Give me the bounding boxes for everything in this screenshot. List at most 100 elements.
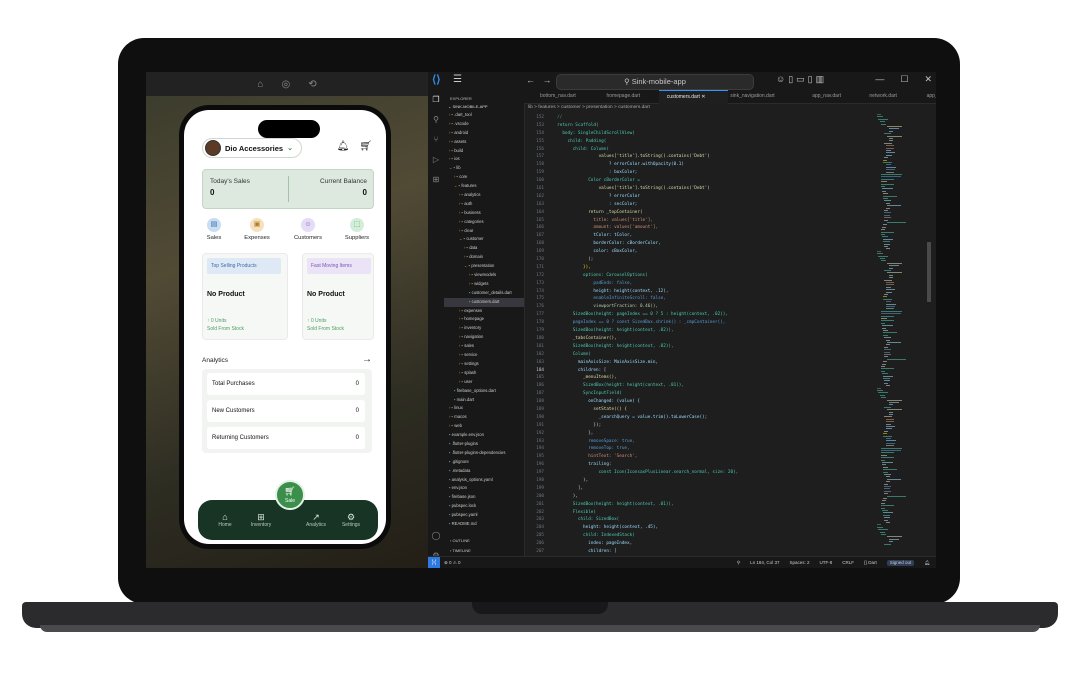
tree-item[interactable]: ▪ customers.dart: [444, 297, 524, 307]
tree-item[interactable]: ▪ env.json: [444, 484, 524, 493]
tree-item[interactable]: › ▪ clear: [444, 227, 524, 236]
remote-icon[interactable]: ⟩⟨: [428, 557, 440, 568]
arrow-right-icon[interactable]: →: [362, 354, 372, 365]
home-icon[interactable]: ⌂: [257, 79, 263, 90]
nav-settings[interactable]: ⚙ Settings: [336, 512, 366, 528]
extensions-icon[interactable]: ⊞: [428, 170, 444, 190]
notifications-icon[interactable]: 🔔︎: [924, 560, 930, 566]
tree-item[interactable]: › ▪ macos: [444, 413, 524, 422]
nav-inventory[interactable]: ⊞ Inventory: [246, 512, 276, 528]
tree-item[interactable]: ▪ .flutter-plugins-dependencies: [444, 449, 524, 458]
tree-item[interactable]: › ▪ expenses: [444, 307, 524, 316]
toggle-panel-icon[interactable]: ▭: [796, 74, 808, 84]
tree-item[interactable]: › ▪ assets: [444, 138, 524, 147]
hamburger-menu-icon[interactable]: ☰: [453, 74, 462, 85]
editor-tab[interactable]: bottom_nav.dart: [532, 90, 605, 103]
tree-item[interactable]: › ▪ categories: [444, 218, 524, 227]
tree-item[interactable]: ▪ pubspec.lock: [444, 502, 524, 511]
editor-tab[interactable]: app_nav_model.dart: [919, 90, 936, 103]
tree-item[interactable]: › ▪ user: [444, 378, 524, 387]
tree-item[interactable]: › ▪ homepage: [444, 315, 524, 324]
explorer-icon[interactable]: ❐: [428, 90, 444, 110]
editor-tab[interactable]: network.dart: [861, 90, 924, 103]
outline-section[interactable]: › OUTLINE: [450, 538, 470, 543]
tree-item[interactable]: › ▪ navigation: [444, 333, 524, 342]
indentation[interactable]: Spaces: 2: [789, 560, 809, 566]
tree-item[interactable]: ▪ example.env.json: [444, 431, 524, 440]
analytics-row-returning-customers[interactable]: Returning Customers 0: [207, 427, 365, 449]
project-heading[interactable]: ⌄ SINK-MOBILE-APP: [444, 104, 524, 111]
timeline-section[interactable]: › TIMELINE: [450, 548, 471, 553]
tree-item[interactable]: ▪ analysis_options.yaml: [444, 476, 524, 485]
minimap[interactable]: [876, 114, 922, 560]
tree-item[interactable]: › ▪ widgets: [444, 280, 524, 289]
tree-item[interactable]: ▪ main.dart: [444, 396, 524, 405]
quick-action-customers[interactable]: ☺ Customers: [290, 218, 326, 241]
toggle-sidebar-icon[interactable]: ▯: [788, 74, 796, 84]
problems-indicator[interactable]: ⊗ 0 ⚠ 0: [444, 560, 461, 566]
tree-item[interactable]: › ▪ data: [444, 244, 524, 253]
tree-item[interactable]: › ▪ viewmodels: [444, 271, 524, 280]
editor-scrollbar[interactable]: [927, 242, 931, 302]
close-tab-icon[interactable]: ✕: [700, 94, 705, 100]
bell-icon[interactable]: 🔔︎: [337, 141, 350, 152]
copilot-icon[interactable]: ☺: [776, 74, 788, 84]
editor-tab[interactable]: app_nav.dart: [804, 90, 867, 103]
customize-layout-icon[interactable]: ▥: [816, 74, 828, 84]
cart-icon[interactable]: 🛒︎: [359, 141, 372, 152]
analytics-row-total-purchases[interactable]: Total Purchases 0: [207, 373, 365, 395]
line-ending[interactable]: CRLF: [842, 560, 854, 566]
tree-item[interactable]: › ▪ ios: [444, 155, 524, 164]
tree-item[interactable]: › ▪ analytics: [444, 191, 524, 200]
tree-item[interactable]: ▪ pubspec.yaml: [444, 511, 524, 520]
analytics-row-new-customers[interactable]: New Customers 0: [207, 400, 365, 422]
tree-item[interactable]: ⌄ ▪ customer: [444, 235, 524, 244]
cursor-position[interactable]: Ln 184, Col 37: [750, 560, 779, 566]
tree-item[interactable]: › ▪ service: [444, 351, 524, 360]
code-editor[interactable]: // return Scaffold( body: SingleChildScr…: [552, 114, 872, 560]
tree-item[interactable]: ▪ firebase_options.dart: [444, 387, 524, 396]
tree-item[interactable]: ⌄ ▪ lib: [444, 164, 524, 173]
tree-item[interactable]: › ▪ splash: [444, 369, 524, 378]
toggle-secondary-icon[interactable]: ▯: [808, 74, 816, 84]
tree-item[interactable]: ⌄ ▪ features: [444, 182, 524, 191]
encoding[interactable]: UTF-8: [819, 560, 832, 566]
nav-home[interactable]: ⌂ Home: [210, 512, 240, 528]
maximize-icon[interactable]: ☐: [900, 74, 908, 85]
back-arrow-icon[interactable]: ←: [526, 75, 535, 85]
tree-item[interactable]: › ▪ sales: [444, 342, 524, 351]
tree-item[interactable]: › ▪ auth: [444, 200, 524, 209]
tree-item[interactable]: › ▪ .dart_tool: [444, 111, 524, 120]
tree-item[interactable]: ▪ firebase.json: [444, 493, 524, 502]
tree-item[interactable]: › ▪ settings: [444, 360, 524, 369]
tree-item[interactable]: ▪ .flutter-plugins: [444, 440, 524, 449]
signed-out-badge[interactable]: Signed out: [886, 560, 915, 566]
tree-item[interactable]: › ▪ build: [444, 147, 524, 156]
tree-item[interactable]: › ▪ linux: [444, 404, 524, 413]
tree-item[interactable]: ▪ .metadata: [444, 467, 524, 476]
quick-action-sales[interactable]: ▤ Sales: [196, 218, 232, 241]
tree-item[interactable]: ▪ README.md: [444, 520, 524, 529]
search-icon[interactable]: ⚲: [428, 110, 444, 130]
tree-item[interactable]: › ▪ .vscode: [444, 120, 524, 129]
minimize-icon[interactable]: —: [875, 74, 884, 85]
language-mode[interactable]: {} Dart: [864, 560, 877, 566]
tree-item[interactable]: › ▪ android: [444, 129, 524, 138]
editor-tab[interactable]: homepage.dart: [599, 90, 665, 103]
source-control-icon[interactable]: ⑂: [428, 130, 444, 150]
editor-tab[interactable]: sink_navigation.dart: [722, 90, 810, 103]
top-selling-card[interactable]: Top Selling Products No Product ↑ 0 Unit…: [202, 253, 288, 340]
fast-moving-card[interactable]: Fast Moving Items No Product ↑ 0 Units S…: [302, 253, 374, 340]
forward-arrow-icon[interactable]: →: [543, 75, 552, 85]
nav-analytics[interactable]: ↗ Analytics: [301, 512, 331, 528]
quick-action-suppliers[interactable]: ⬚ Suppliers: [339, 218, 375, 241]
command-search[interactable]: ⚲ Sink-mobile-app: [556, 74, 754, 90]
tree-item[interactable]: › ▪ domain: [444, 253, 524, 262]
tree-item[interactable]: ▪ customer_details.dart: [444, 289, 524, 298]
zoom-icon[interactable]: ⚲: [737, 560, 740, 566]
editor-tab[interactable]: customers.dart ✕: [658, 90, 729, 104]
sale-fab-button[interactable]: 🛒︎ Sale: [275, 480, 305, 510]
store-selector[interactable]: Dio Accessories ⌄: [202, 138, 302, 158]
account-icon[interactable]: ◯: [428, 526, 444, 546]
tree-item[interactable]: › ▪ core: [444, 173, 524, 182]
